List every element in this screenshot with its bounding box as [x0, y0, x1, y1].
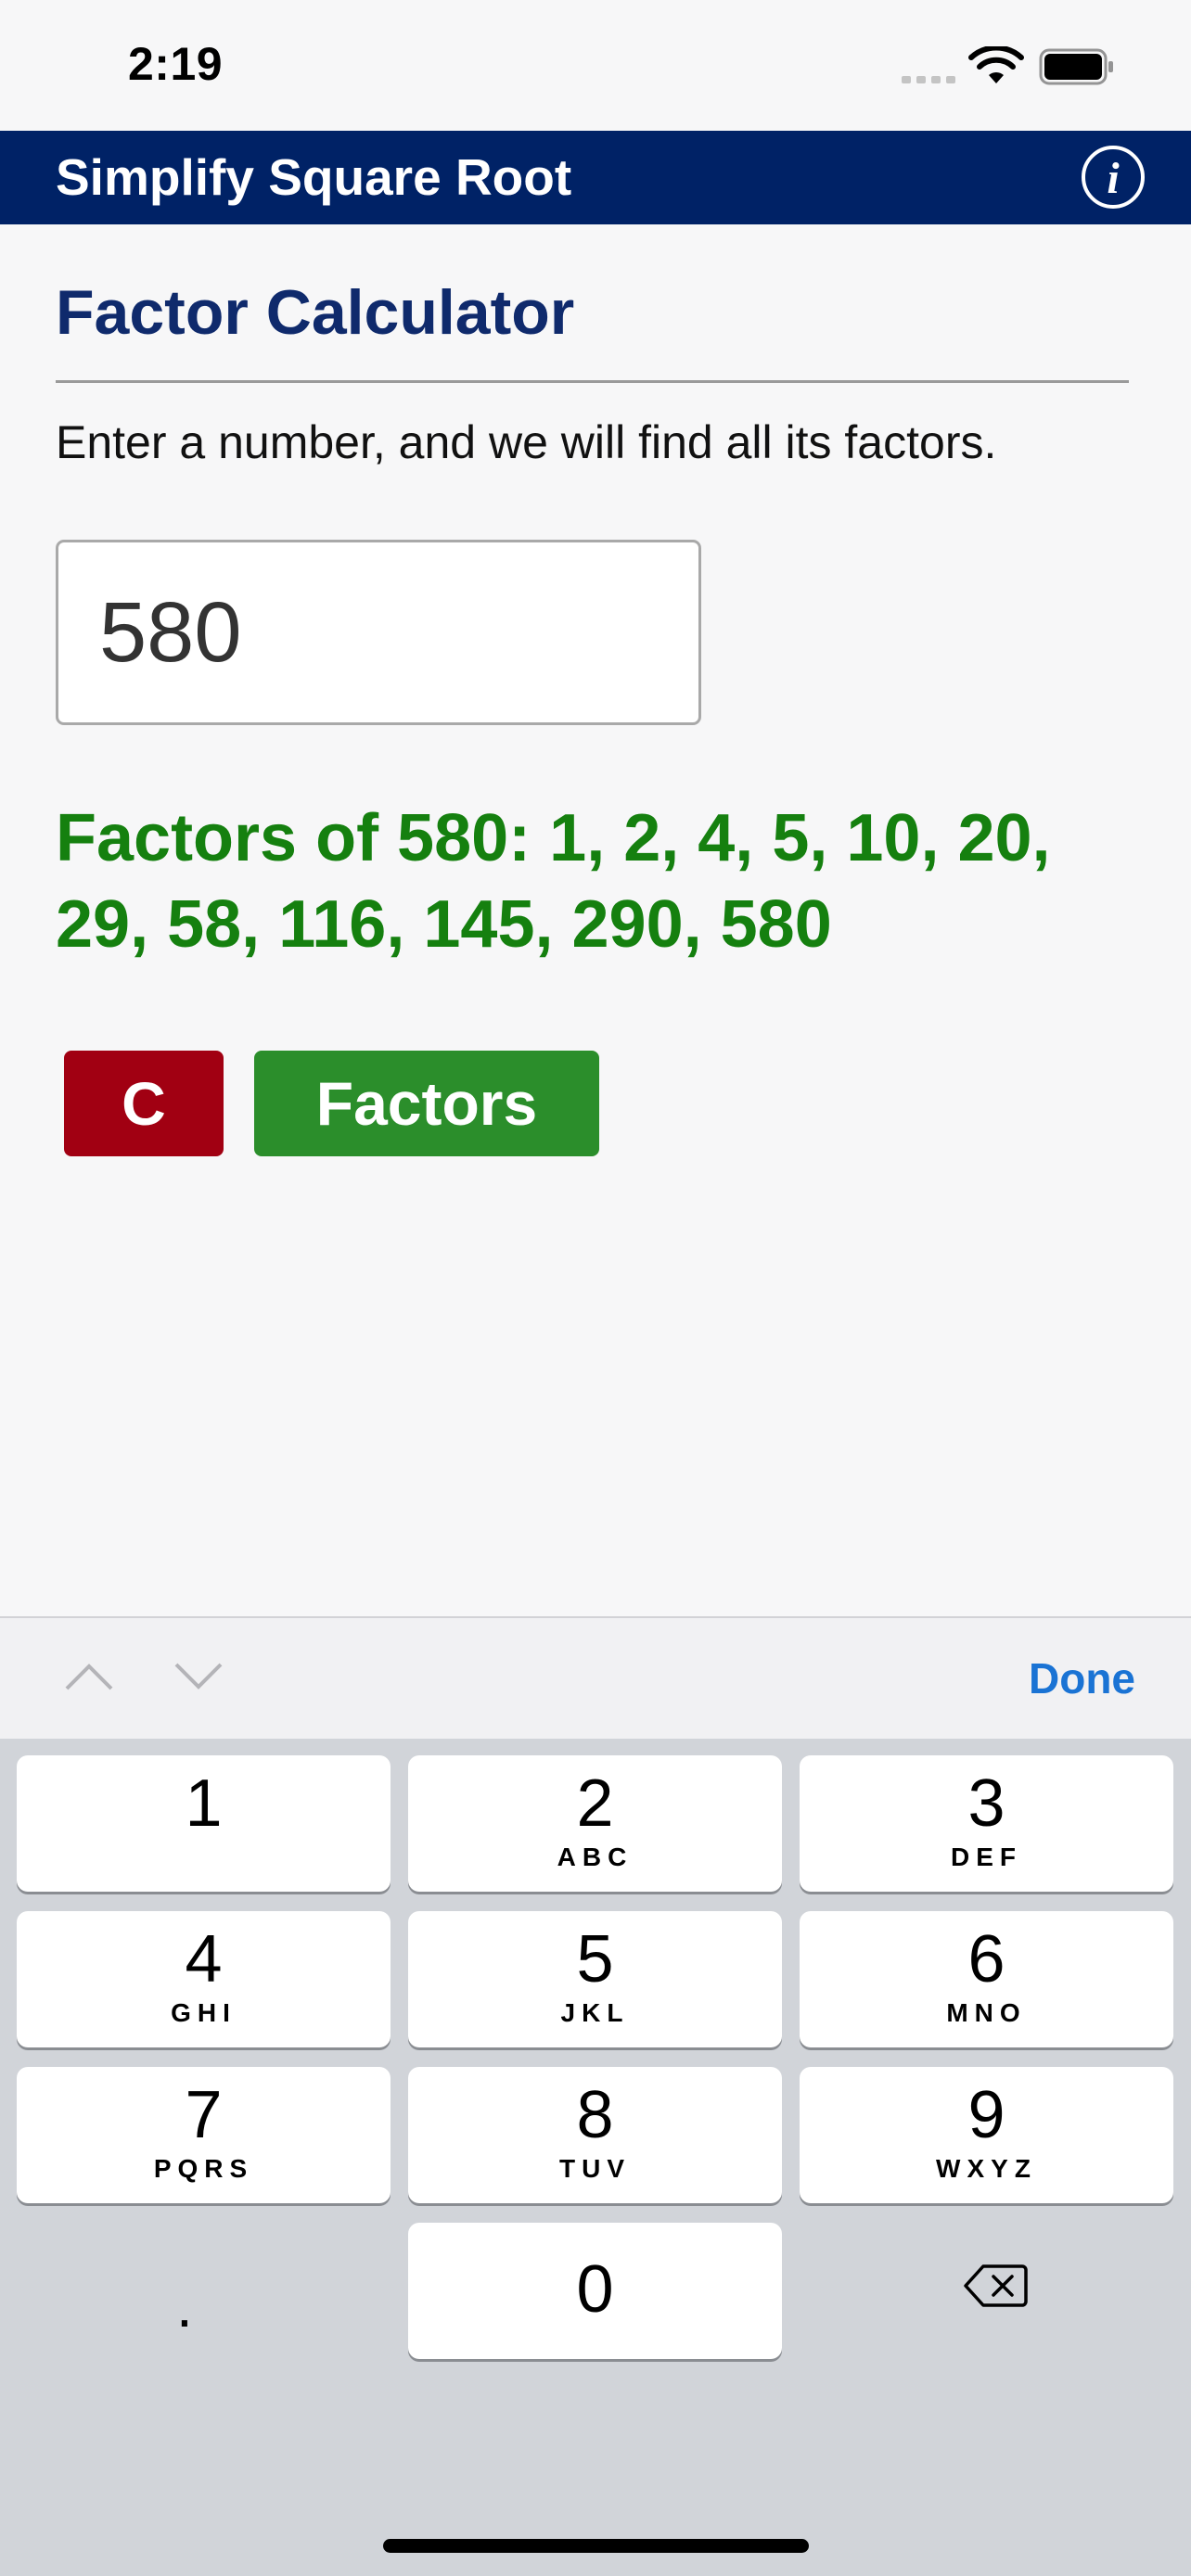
key-1[interactable]: 1: [17, 1755, 391, 1892]
key-letters: MNO: [946, 1998, 1027, 2027]
page-title: Factor Calculator: [56, 277, 575, 348]
key-letters: ABC: [557, 1843, 634, 1871]
key-digit: 7: [185, 2078, 223, 2152]
key-4[interactable]: 4 GHI: [17, 1911, 391, 2047]
key-digit: 4: [185, 1922, 223, 1996]
status-time: 2:19: [128, 38, 224, 90]
key-8[interactable]: 8 TUV: [408, 2067, 782, 2203]
cellular-signal-icon: [902, 76, 955, 83]
key-letters: DEF: [951, 1843, 1022, 1871]
key-2[interactable]: 2 ABC: [408, 1755, 782, 1892]
info-icon: i: [1107, 154, 1120, 203]
key-0[interactable]: 0: [408, 2223, 782, 2359]
battery-icon: [1039, 48, 1113, 85]
decimal-key[interactable]: .: [176, 2272, 193, 2340]
key-digit: 9: [967, 2078, 1005, 2152]
chevron-up-icon[interactable]: [63, 1657, 115, 1694]
key-digit: 3: [967, 1766, 1005, 1841]
key-letters: JKL: [560, 1998, 630, 2027]
number-input[interactable]: [56, 540, 701, 725]
key-letters: WXYZ: [936, 2154, 1037, 2183]
chevron-down-icon[interactable]: [173, 1657, 224, 1694]
key-9[interactable]: 9 WXYZ: [800, 2067, 1173, 2203]
title-divider: [56, 380, 1129, 383]
wifi-icon: [968, 46, 1024, 83]
key-digit: 0: [576, 2252, 614, 2327]
key-digit: 5: [576, 1922, 614, 1996]
key-letters: PQRS: [153, 2154, 254, 2183]
nav-bar: Simplify Square Root i: [0, 131, 1191, 224]
key-5[interactable]: 5 JKL: [408, 1911, 782, 2047]
nav-title: Simplify Square Root: [56, 148, 572, 206]
factors-result: Factors of 580: 1, 2, 4, 5, 10, 20, 29, …: [56, 801, 1051, 962]
key-7[interactable]: 7 PQRS: [17, 2067, 391, 2203]
info-button[interactable]: i: [1082, 146, 1145, 209]
factors-button[interactable]: Factors: [254, 1051, 599, 1156]
backspace-icon[interactable]: [963, 2263, 1028, 2309]
key-digit: 2: [576, 1766, 614, 1841]
key-digit: 8: [576, 2078, 614, 2152]
keyboard-toolbar: Done: [0, 1616, 1191, 1739]
clear-button[interactable]: C: [64, 1051, 224, 1156]
done-button[interactable]: Done: [1029, 1653, 1135, 1703]
key-6[interactable]: 6 MNO: [800, 1911, 1173, 2047]
key-digit: 1: [185, 1766, 223, 1841]
status-bar: 2:19: [0, 0, 1191, 131]
key-letters: GHI: [171, 1998, 237, 2027]
key-digit: 6: [967, 1922, 1005, 1996]
key-letters: TUV: [559, 2154, 631, 2183]
instructions-text: Enter a number, and we will find all its…: [56, 416, 997, 468]
key-3[interactable]: 3 DEF: [800, 1755, 1173, 1892]
home-indicator: [383, 2539, 809, 2553]
